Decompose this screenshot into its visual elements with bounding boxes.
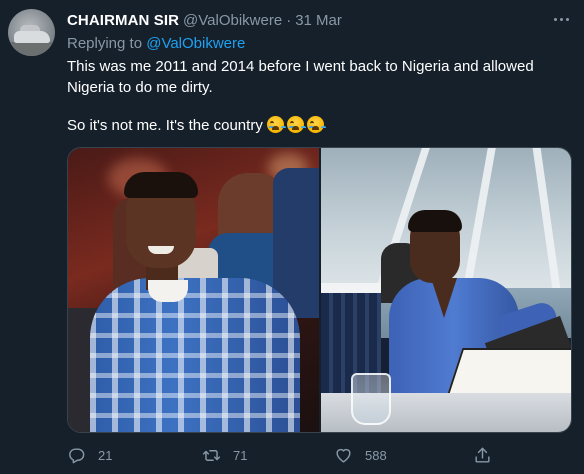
user-handle[interactable]: @ValObikwere	[183, 12, 282, 29]
replying-to-mention[interactable]: @ValObikwere	[146, 35, 245, 52]
tweet-text-line: So it's not me. It's the country	[67, 115, 567, 136]
like-count: 588	[365, 447, 387, 463]
tweet-date[interactable]: 31 Mar	[295, 12, 342, 29]
loudly-crying-face-icon	[307, 116, 324, 133]
avatar-ground	[8, 42, 55, 56]
heart-icon	[336, 448, 351, 463]
reply-icon	[69, 447, 85, 463]
separator-dot: ·	[286, 11, 292, 29]
tweet-text-line: Nigeria to do me dirty.	[67, 79, 213, 96]
like-button[interactable]: 588	[334, 445, 387, 465]
reply-count: 21	[98, 447, 113, 463]
photo-young-man-plaid-shirt[interactable]	[68, 148, 319, 432]
more-options-icon[interactable]	[549, 7, 573, 31]
share-icon	[475, 447, 490, 463]
tweet-header: CHAIRMAN SIR @ValObikwere · 31 Mar	[67, 10, 342, 30]
replying-to-prefix: Replying to	[67, 35, 147, 52]
retweet-button[interactable]: 71	[202, 445, 247, 465]
loudly-crying-face-icon	[267, 116, 284, 133]
avatar[interactable]	[8, 9, 55, 56]
tweet-text-line: This was me 2011 and 2014 before I went …	[67, 58, 534, 75]
retweet-count: 71	[233, 447, 248, 463]
tweet-text: This was me 2011 and 2014 before I went …	[67, 56, 567, 136]
photo-man-restaurant-reading-menu[interactable]	[321, 148, 571, 432]
share-button[interactable]	[473, 445, 492, 465]
display-name[interactable]: CHAIRMAN SIR	[67, 12, 179, 29]
avatar-car	[14, 31, 50, 43]
tweet-actions: 21 71 588	[67, 445, 567, 465]
reply-button[interactable]: 21	[67, 445, 112, 465]
retweet-icon	[202, 449, 221, 461]
tweet-media	[67, 147, 572, 433]
tweet[interactable]: CHAIRMAN SIR @ValObikwere · 31 Mar Reply…	[0, 0, 584, 474]
replying-to-line: Replying to @ValObikwere	[67, 35, 245, 52]
loudly-crying-face-icon	[287, 116, 304, 133]
tweet-text-last: So it's not me. It's the country	[67, 117, 263, 134]
